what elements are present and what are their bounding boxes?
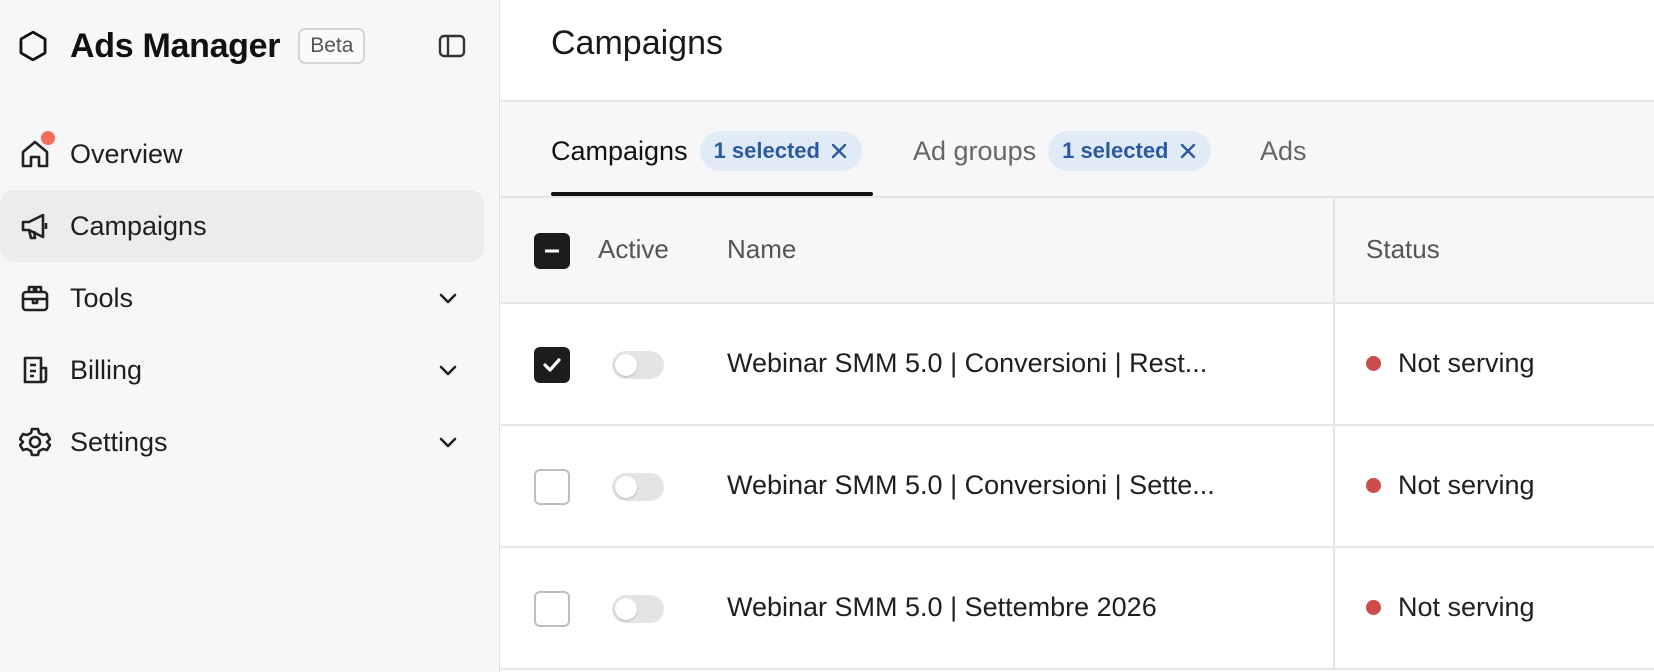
column-divider: [1333, 548, 1335, 668]
sidebar-item-label: Campaigns: [70, 210, 207, 241]
table-row[interactable]: Webinar SMM 5.0 | Conversioni | Sette...…: [501, 426, 1654, 548]
openai-logo-icon[interactable]: [12, 25, 54, 67]
sidebar: Ads Manager Beta Overview Campaigns Tool…: [0, 0, 500, 672]
row-checkbox[interactable]: [534, 347, 570, 383]
campaign-name-link[interactable]: Webinar SMM 5.0 | Settembre 2026: [727, 592, 1157, 623]
active-tab-indicator: [551, 192, 873, 196]
selection-chip-label: 1 selected: [1062, 138, 1169, 163]
campaign-name-link[interactable]: Webinar SMM 5.0 | Conversioni | Rest...: [727, 348, 1207, 379]
tab-bar: Campaigns 1 selected Ad groups 1 selecte…: [501, 102, 1654, 198]
chevron-down-icon[interactable]: [436, 286, 460, 310]
toggle-knob: [615, 598, 637, 620]
page-title: Campaigns: [551, 24, 723, 62]
home-icon: [18, 131, 55, 171]
table-header-row: Active Name Status: [501, 198, 1654, 304]
sidebar-item-label: Overview: [70, 138, 183, 169]
selection-chip: 1 selected: [1048, 131, 1211, 171]
status-dot: [1366, 478, 1381, 493]
active-toggle[interactable]: [612, 351, 664, 379]
column-header-active[interactable]: Active: [598, 234, 669, 265]
status-dot: [1366, 600, 1381, 615]
beta-badge: Beta: [298, 28, 366, 64]
tab-ad-groups[interactable]: Ad groups 1 selected: [913, 128, 1211, 174]
status-label: Not serving: [1398, 470, 1535, 500]
tab-label: Campaigns: [551, 135, 688, 166]
sidebar-item-label: Billing: [70, 354, 143, 385]
selection-chip: 1 selected: [699, 131, 862, 171]
column-divider: [1333, 426, 1335, 546]
tab-label: Ads: [1260, 135, 1307, 166]
receipt-icon: [18, 353, 52, 387]
tab-ads[interactable]: Ads: [1260, 128, 1307, 174]
chevron-down-icon[interactable]: [436, 430, 460, 454]
campaign-name-link[interactable]: Webinar SMM 5.0 | Conversioni | Sette...: [727, 470, 1215, 501]
status-dot: [1366, 356, 1381, 371]
clear-selection-icon[interactable]: [1179, 142, 1197, 160]
brand: Ads Manager Beta: [12, 24, 366, 68]
tab-campaigns[interactable]: Campaigns 1 selected: [551, 128, 862, 174]
clear-selection-icon[interactable]: [830, 142, 848, 160]
sidebar-item-campaigns[interactable]: Campaigns: [0, 190, 484, 262]
sidebar-item-settings[interactable]: Settings: [0, 406, 500, 478]
notification-dot: [41, 131, 55, 145]
table-row[interactable]: Webinar SMM 5.0 | Conversioni | Rest... …: [501, 304, 1654, 426]
select-all-checkbox[interactable]: [534, 233, 570, 269]
megaphone-icon: [18, 209, 52, 243]
sidebar-item-label: Tools: [70, 282, 134, 313]
gear-icon: [18, 425, 52, 459]
main-content: Campaigns Campaigns 1 selected Ad groups…: [501, 0, 1654, 672]
table-row[interactable]: Webinar SMM 5.0 | Settembre 2026 Not ser…: [501, 548, 1654, 670]
column-divider: [1333, 304, 1335, 424]
campaigns-table: Active Name Status Webinar SMM 5.0 | Con…: [501, 198, 1654, 670]
toggle-knob: [615, 354, 637, 376]
column-header-name[interactable]: Name: [727, 234, 796, 265]
chevron-down-icon[interactable]: [436, 358, 460, 382]
sidebar-item-billing[interactable]: Billing: [0, 334, 500, 406]
status-label: Not serving: [1398, 348, 1535, 378]
row-checkbox[interactable]: [534, 591, 570, 627]
status-label: Not serving: [1398, 592, 1535, 622]
sidebar-item-label: Settings: [70, 426, 168, 457]
row-checkbox[interactable]: [534, 469, 570, 505]
active-toggle[interactable]: [612, 473, 664, 501]
tab-label: Ad groups: [913, 135, 1037, 166]
column-header-status[interactable]: Status: [1366, 234, 1440, 265]
selection-chip-label: 1 selected: [713, 138, 820, 163]
brand-title: Ads Manager: [70, 26, 281, 65]
toggle-knob: [615, 476, 637, 498]
toolbox-icon: [18, 281, 52, 315]
active-toggle[interactable]: [612, 595, 664, 623]
sidebar-nav: Overview Campaigns Tools Billing Setting…: [0, 118, 500, 478]
column-divider: [1333, 198, 1335, 302]
sidebar-item-tools[interactable]: Tools: [0, 262, 500, 334]
sidebar-toggle-icon[interactable]: [436, 31, 468, 61]
sidebar-item-overview[interactable]: Overview: [0, 118, 500, 190]
